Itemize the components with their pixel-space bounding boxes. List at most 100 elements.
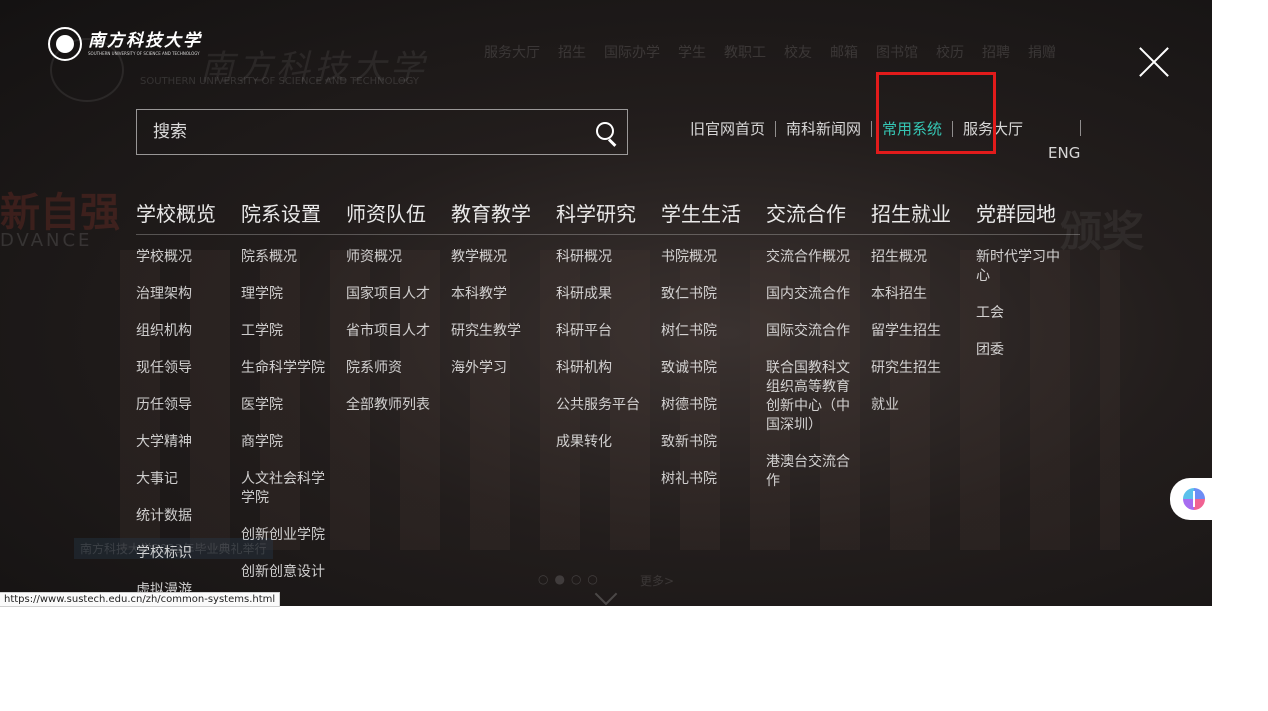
background-top-nav: 服务大厅 招生 国际办学 学生 教职工 校友 邮箱 图书馆 校历 招聘 捐赠 bbox=[484, 42, 1056, 62]
ghost-nav-item: 图书馆 bbox=[876, 45, 918, 61]
browser-status-url: https://www.sustech.edu.cn/zh/common-sys… bbox=[0, 592, 281, 607]
logo-text: 南方科技大学 SOUTHERN UNIVERSITY OF SCIENCE AN… bbox=[88, 31, 202, 57]
menu-item[interactable]: 港澳台交流合作 bbox=[766, 453, 862, 491]
menu-item[interactable]: 国内交流合作 bbox=[766, 285, 866, 304]
background-more-link: 更多> bbox=[640, 574, 675, 588]
search-icon[interactable] bbox=[587, 110, 627, 154]
menu-heading[interactable]: 教育教学 bbox=[451, 200, 555, 228]
ghost-nav-item: 教职工 bbox=[724, 45, 766, 61]
menu-item[interactable]: 公共服务平台 bbox=[556, 396, 656, 415]
menu-item[interactable]: 商学院 bbox=[241, 433, 341, 452]
menu-heading[interactable]: 学校概览 bbox=[136, 200, 240, 228]
ghost-nav-item: 校友 bbox=[784, 45, 812, 61]
menu-item[interactable]: 国家项目人才 bbox=[346, 285, 446, 304]
site-logo[interactable]: 南方科技大学 SOUTHERN UNIVERSITY OF SCIENCE AN… bbox=[48, 27, 202, 61]
background-quote-en: DVANCE bbox=[0, 230, 93, 251]
menu-column-student-life: 学生生活 书院概况 致仁书院 树仁书院 致诚书院 树德书院 致新书院 树礼书院 bbox=[661, 200, 765, 487]
search-input[interactable] bbox=[137, 121, 587, 143]
ghost-nav-item: 招生 bbox=[558, 45, 586, 61]
menu-item[interactable]: 治理架构 bbox=[136, 285, 236, 304]
menu-column-faculty: 师资队伍 师资概况 国家项目人才 省市项目人才 院系师资 全部教师列表 bbox=[346, 200, 450, 413]
ghost-nav-item: 校历 bbox=[936, 45, 964, 61]
carousel-dots: ○●○○ bbox=[538, 572, 604, 586]
ghost-nav-item: 邮箱 bbox=[830, 45, 858, 61]
menu-item[interactable]: 新时代学习中心 bbox=[976, 248, 1072, 286]
menu-item[interactable]: 树德书院 bbox=[661, 396, 761, 415]
ghost-nav-item: 捐赠 bbox=[1028, 45, 1056, 61]
link-old-homepage[interactable]: 旧官网首页 bbox=[690, 118, 775, 139]
menu-item[interactable]: 联合国教科文组织高等教育创新中心（中国深圳） bbox=[766, 359, 862, 435]
menu-item[interactable]: 大事记 bbox=[136, 470, 236, 489]
menu-heading[interactable]: 学生生活 bbox=[661, 200, 765, 228]
menu-item[interactable]: 国际交流合作 bbox=[766, 322, 866, 341]
menu-item[interactable]: 致仁书院 bbox=[661, 285, 761, 304]
menu-item[interactable]: 科研机构 bbox=[556, 359, 656, 378]
menu-item[interactable]: 就业 bbox=[871, 396, 971, 415]
menu-item[interactable]: 学校标识 bbox=[136, 544, 236, 563]
menu-item[interactable]: 研究生教学 bbox=[451, 322, 551, 341]
menu-column-schools: 院系设置 院系概况 理学院 工学院 生命科学学院 医学院 商学院 人文社会科学学… bbox=[241, 200, 345, 580]
menu-heading[interactable]: 师资队伍 bbox=[346, 200, 450, 228]
menu-heading[interactable]: 交流合作 bbox=[766, 200, 870, 228]
menu-item[interactable]: 成果转化 bbox=[556, 433, 656, 452]
close-menu-button[interactable] bbox=[1138, 46, 1170, 78]
menu-item[interactable]: 人文社会科学学院 bbox=[241, 470, 337, 508]
menu-item[interactable]: 科研成果 bbox=[556, 285, 656, 304]
menu-item[interactable]: 工学院 bbox=[241, 322, 341, 341]
menu-item[interactable]: 医学院 bbox=[241, 396, 341, 415]
background-subtitle-ghost: SOUTHERN UNIVERSITY OF SCIENCE AND TECHN… bbox=[140, 76, 419, 87]
menu-item[interactable]: 科研平台 bbox=[556, 322, 656, 341]
menu-item[interactable]: 全部教师列表 bbox=[346, 396, 446, 415]
ghost-nav-item: 学生 bbox=[678, 45, 706, 61]
menu-item[interactable]: 致新书院 bbox=[661, 433, 761, 452]
menu-item[interactable]: 大学精神 bbox=[136, 433, 236, 452]
link-news[interactable]: 南科新闻网 bbox=[776, 118, 871, 139]
menu-heading[interactable]: 党群园地 bbox=[976, 200, 1080, 228]
menu-item[interactable]: 理学院 bbox=[241, 285, 341, 304]
ai-assistant-button[interactable] bbox=[1170, 478, 1212, 520]
menu-item[interactable]: 本科招生 bbox=[871, 285, 971, 304]
menu-item[interactable]: 本科教学 bbox=[451, 285, 551, 304]
logo-english-name: SOUTHERN UNIVERSITY OF SCIENCE AND TECHN… bbox=[88, 51, 200, 56]
search-bar bbox=[136, 109, 628, 155]
menu-heading[interactable]: 科学研究 bbox=[556, 200, 660, 228]
menu-item[interactable]: 院系概况 bbox=[241, 248, 341, 267]
menu-item[interactable]: 师资概况 bbox=[346, 248, 446, 267]
menu-item[interactable]: 组织机构 bbox=[136, 322, 236, 341]
mega-menu: 学校概览 学校概况 治理架构 组织机构 现任领导 历任领导 大学精神 大事记 统… bbox=[136, 200, 1080, 598]
menu-item[interactable]: 创新创意设计 bbox=[241, 563, 341, 582]
menu-heading[interactable]: 院系设置 bbox=[241, 200, 345, 228]
menu-item[interactable]: 树仁书院 bbox=[661, 322, 761, 341]
menu-item[interactable]: 团委 bbox=[976, 341, 1076, 360]
menu-column-exchange: 交流合作 交流合作概况 国内交流合作 国际交流合作 联合国教科文组织高等教育创新… bbox=[766, 200, 870, 489]
menu-item[interactable]: 科研概况 bbox=[556, 248, 656, 267]
menu-item[interactable]: 院系师资 bbox=[346, 359, 446, 378]
menu-heading[interactable]: 招生就业 bbox=[871, 200, 975, 228]
menu-item[interactable]: 历任领导 bbox=[136, 396, 236, 415]
menu-item[interactable]: 生命科学学院 bbox=[241, 359, 341, 378]
page-viewport: 南方科技大学 SOUTHERN UNIVERSITY OF SCIENCE AN… bbox=[0, 0, 1212, 606]
menu-column-party: 党群园地 新时代学习中心 工会 团委 bbox=[976, 200, 1080, 358]
language-switch-eng[interactable]: ENG bbox=[1048, 144, 1080, 162]
logo-chinese-name: 南方科技大学 bbox=[88, 31, 202, 51]
brain-icon bbox=[1183, 488, 1205, 510]
menu-item[interactable]: 统计数据 bbox=[136, 507, 236, 526]
menu-item[interactable]: 教学概况 bbox=[451, 248, 551, 267]
university-seal-icon bbox=[48, 27, 82, 61]
menu-item[interactable]: 留学生招生 bbox=[871, 322, 971, 341]
menu-item[interactable]: 致诚书院 bbox=[661, 359, 761, 378]
menu-item[interactable]: 工会 bbox=[976, 304, 1076, 323]
menu-item[interactable]: 书院概况 bbox=[661, 248, 761, 267]
ghost-nav-item: 招聘 bbox=[982, 45, 1010, 61]
menu-item[interactable]: 招生概况 bbox=[871, 248, 971, 267]
menu-item[interactable]: 创新创业学院 bbox=[241, 526, 341, 545]
menu-item[interactable]: 研究生招生 bbox=[871, 359, 971, 378]
menu-item[interactable]: 现任领导 bbox=[136, 359, 236, 378]
menu-column-education: 教育教学 教学概况 本科教学 研究生教学 海外学习 bbox=[451, 200, 555, 376]
menu-item[interactable]: 交流合作概况 bbox=[766, 248, 866, 267]
menu-item[interactable]: 海外学习 bbox=[451, 359, 551, 378]
menu-item[interactable]: 树礼书院 bbox=[661, 470, 761, 489]
menu-column-admissions: 招生就业 招生概况 本科招生 留学生招生 研究生招生 就业 bbox=[871, 200, 975, 413]
menu-item[interactable]: 省市项目人才 bbox=[346, 322, 446, 341]
menu-item[interactable]: 学校概况 bbox=[136, 248, 236, 267]
